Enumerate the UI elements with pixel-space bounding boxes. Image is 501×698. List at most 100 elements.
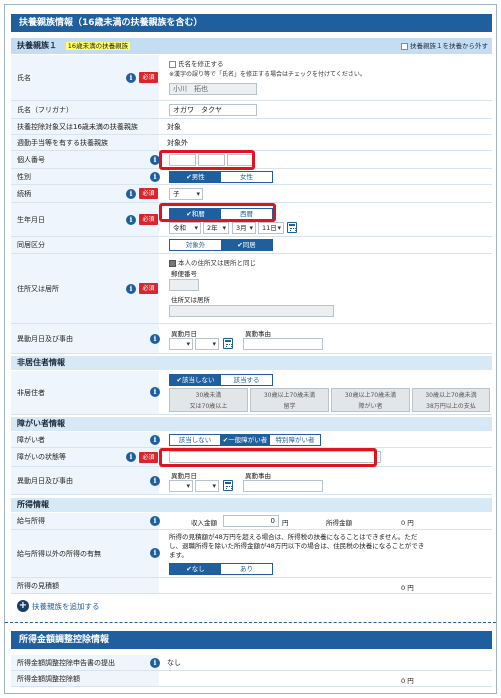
- label-disabled-state: 障がいの状態等: [11, 448, 159, 466]
- row-adj-amount: 所得金額調整控除額 0 円: [11, 671, 492, 687]
- remove-dependent-checkbox[interactable]: [401, 42, 408, 50]
- postal-label: 郵便番号: [171, 270, 197, 278]
- required-badge: 必須: [139, 214, 158, 225]
- gender-toggle[interactable]: ✔男性 女性: [169, 171, 273, 183]
- label-change: 異動月日及び事由: [11, 324, 159, 353]
- calendar-icon[interactable]: [223, 338, 233, 349]
- change-month-select[interactable]: [169, 338, 193, 350]
- disabled-general-option[interactable]: ✔一般障がい者: [220, 435, 270, 445]
- info-icon[interactable]: i: [126, 284, 136, 294]
- salary-income-value: 0 円: [401, 519, 414, 527]
- label-allowance: 週勤手当等を有する扶養親族: [11, 135, 159, 150]
- disabled-toggle[interactable]: 該当しない ✔一般障がい者 特別障がい者: [169, 434, 321, 446]
- row-name: 氏名 i 必須 氏名を修正する ※漢字の誤り等で「氏名」を修正する場合はチェック…: [11, 55, 492, 101]
- label-adj-amount: 所得金額調整控除額: [11, 671, 159, 686]
- income-label: 収入金額: [191, 519, 217, 527]
- adj-amount-value: 0 円: [401, 677, 414, 685]
- income-yen: 円: [282, 519, 289, 527]
- year-select[interactable]: 2年: [203, 222, 229, 234]
- other-income-none-option[interactable]: ✔なし: [170, 564, 221, 574]
- change-reason-input[interactable]: [243, 338, 323, 350]
- salary-income-label: 所得金額: [326, 519, 352, 527]
- info-icon[interactable]: i: [126, 215, 136, 225]
- info-icon[interactable]: i: [126, 73, 136, 83]
- gender-female-option[interactable]: 女性: [221, 172, 272, 182]
- postal-input[interactable]: [169, 279, 199, 291]
- income-input[interactable]: 0: [223, 515, 279, 527]
- row-other-income: 給与所得以外の所得の有無 i 所得の見積額が48万円を超える場合は、所得税の扶養…: [11, 530, 492, 578]
- remove-dependent-toggle[interactable]: 扶養親族１を扶養から外す: [401, 38, 488, 54]
- required-badge: 必須: [139, 283, 158, 294]
- same-address-label: 本人の住所又は居所と同じ: [178, 259, 256, 267]
- highlight-my-number: [159, 150, 255, 170]
- nonresident-sub-option-1[interactable]: 30歳未満 又は70歳以上: [169, 388, 248, 412]
- address-input[interactable]: [169, 305, 334, 317]
- info-icon[interactable]: i: [150, 435, 160, 445]
- label-other-income: 給与所得以外の所得の有無: [11, 530, 159, 577]
- kana-input[interactable]: オガワ タクヤ: [169, 104, 257, 116]
- calendar-icon[interactable]: [287, 222, 297, 233]
- nonresident-no-option[interactable]: ✔該当しない: [170, 375, 221, 385]
- cohabit-same-option[interactable]: ✔同居: [221, 240, 272, 250]
- subhead-disabled: 障がい者情報: [11, 417, 492, 431]
- nonresident-yes-option[interactable]: 該当する: [221, 375, 272, 385]
- info-icon[interactable]: i: [150, 476, 160, 486]
- day-select[interactable]: 11日: [258, 222, 284, 234]
- change2-reason-input[interactable]: [243, 480, 323, 492]
- row-under16: 扶養控除対象又は16歳未満の扶養親族 対象: [11, 119, 492, 135]
- name-input[interactable]: 小川 拓也: [169, 83, 257, 95]
- fix-name-note: ※漢字の誤り等で「氏名」を修正する場合はチェックを付けてください。: [169, 71, 366, 78]
- change2-day-select[interactable]: [195, 480, 219, 492]
- info-icon[interactable]: i: [126, 189, 136, 199]
- info-icon[interactable]: i: [150, 658, 160, 668]
- label-salary: 給与所得: [11, 513, 159, 529]
- required-badge: 必須: [139, 452, 158, 463]
- fix-name-toggle[interactable]: 氏名を修正する: [169, 58, 224, 68]
- info-icon[interactable]: i: [150, 172, 160, 182]
- section-divider: [5, 622, 496, 623]
- same-address-checkbox[interactable]: [169, 259, 176, 267]
- month-select[interactable]: 3月: [232, 222, 256, 234]
- kana-value-area: オガワ タクヤ: [161, 101, 492, 118]
- calendar-icon[interactable]: [223, 480, 233, 491]
- add-dependent-button[interactable]: + 扶養親族を追加する: [17, 600, 100, 612]
- label-nonresident: 非居住者: [11, 371, 159, 414]
- gender-male-option[interactable]: ✔男性: [170, 172, 221, 182]
- relation-select[interactable]: 子: [169, 188, 203, 200]
- change2-month-select[interactable]: [169, 480, 193, 492]
- era-select[interactable]: 令和: [169, 222, 201, 234]
- fix-name-checkbox[interactable]: [169, 60, 176, 68]
- name-value-area: 氏名を修正する ※漢字の誤り等で「氏名」を修正する場合はチェックを付けてください…: [161, 55, 492, 100]
- change-reason-label: 異動事由: [245, 330, 271, 338]
- row-allowance: 週勤手当等を有する扶養親族 対象外: [11, 135, 492, 151]
- same-address-toggle[interactable]: 本人の住所又は居所と同じ: [169, 257, 256, 267]
- disabled-special-option[interactable]: 特別障がい者: [270, 435, 320, 445]
- disabled-none-option[interactable]: 該当しない: [170, 435, 220, 445]
- cohabit-toggle[interactable]: 対象外 ✔同居: [169, 239, 273, 251]
- label-adj-submit: 所得金額調整控除申告書の提出: [11, 655, 159, 670]
- other-income-yes-option[interactable]: あり: [221, 564, 272, 574]
- row-relation: 続柄 i 必須 子: [11, 185, 492, 203]
- label-change2: 異動月日及び事由: [11, 467, 159, 494]
- info-icon[interactable]: i: [126, 452, 136, 462]
- estimate-value: 0 円: [401, 584, 414, 592]
- label-my-number: 個人番号: [11, 151, 159, 168]
- row-change: 異動月日及び事由 i 異動月日 異動事由: [11, 324, 492, 354]
- info-icon[interactable]: i: [150, 387, 160, 397]
- label-disabled: 障がい者: [11, 432, 159, 447]
- address-sub-label: 住所又は居所: [171, 296, 210, 304]
- info-icon[interactable]: i: [150, 548, 160, 558]
- change2-date-label: 異動月日: [171, 472, 197, 480]
- subhead-income: 所得情報: [11, 498, 492, 512]
- cohabit-none-option[interactable]: 対象外: [170, 240, 221, 250]
- nonresident-sub-option-2[interactable]: 30歳以上70歳未満 留学: [250, 388, 329, 412]
- row-kana: 氏名（フリガナ） オガワ タクヤ: [11, 101, 492, 119]
- other-income-toggle[interactable]: ✔なし あり: [169, 563, 273, 575]
- nonresident-sub-option-3[interactable]: 30歳以上70歳未満 障がい者: [331, 388, 410, 412]
- change-day-select[interactable]: [195, 338, 219, 350]
- info-icon[interactable]: i: [150, 334, 160, 344]
- nonresident-sub-option-4[interactable]: 30歳以上70歳未満 38万円以上の支払: [412, 388, 490, 412]
- nonresident-toggle[interactable]: ✔該当しない 該当する: [169, 374, 273, 386]
- fix-name-label: 氏名を修正する: [178, 60, 224, 68]
- info-icon[interactable]: i: [150, 516, 160, 526]
